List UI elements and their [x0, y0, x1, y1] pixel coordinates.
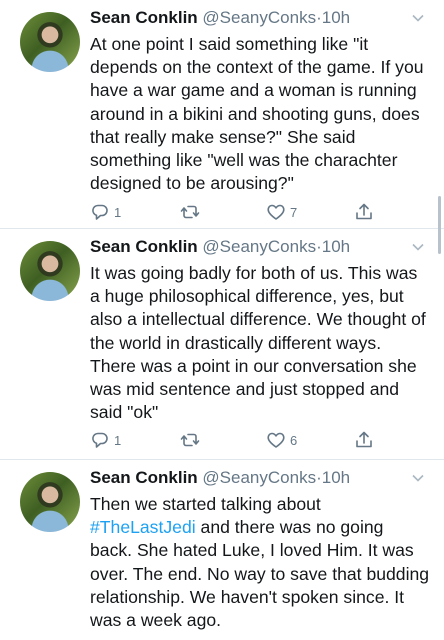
- timestamp[interactable]: 10h: [322, 468, 350, 487]
- reply-count: 1: [114, 432, 122, 448]
- retweet-button[interactable]: [180, 201, 204, 223]
- tweet-header: Sean Conklin @SeanyConks·10h: [90, 235, 424, 259]
- hashtag-link[interactable]: #TheLastJedi: [90, 517, 196, 537]
- author-name[interactable]: Sean Conklin: [90, 237, 198, 256]
- author-handle[interactable]: @SeanyConks: [202, 237, 316, 256]
- reply-count: 1: [114, 204, 122, 220]
- tweet-header: Sean Conklin @SeanyConks·10h: [90, 466, 424, 490]
- author-handle[interactable]: @SeanyConks: [202, 8, 316, 27]
- tweet-text-part: Then we started talking about: [90, 494, 321, 514]
- reply-icon: [92, 204, 108, 220]
- timestamp[interactable]: 10h: [322, 237, 350, 256]
- tweet-text: It was going badly for both of us. This …: [90, 263, 426, 423]
- scrollbar[interactable]: [438, 196, 441, 254]
- retweet-icon: [180, 205, 200, 219]
- tweet-text: Then we started talking about #TheLastJe…: [90, 493, 430, 632]
- like-button[interactable]: 7: [266, 201, 297, 223]
- tweet[interactable]: Sean Conklin @SeanyConks·10h It was goin…: [0, 229, 444, 457]
- tweet-text: At one point I said something like "it d…: [90, 34, 424, 194]
- reply-button[interactable]: 1: [90, 201, 121, 223]
- timestamp[interactable]: 10h: [322, 8, 350, 27]
- retweet-icon: [180, 433, 200, 447]
- tweet-header: Sean Conklin @SeanyConks·10h: [90, 6, 424, 30]
- like-button[interactable]: 6: [266, 429, 297, 451]
- heart-icon: [267, 432, 285, 448]
- share-icon: [356, 203, 372, 220]
- share-button[interactable]: [354, 429, 374, 451]
- reply-icon: [92, 432, 108, 448]
- avatar[interactable]: [20, 12, 80, 72]
- reply-button[interactable]: 1: [90, 429, 121, 451]
- tweet[interactable]: Sean Conklin @SeanyConks·10h At one poin…: [0, 0, 444, 228]
- chevron-down-icon[interactable]: [412, 241, 424, 253]
- author-name[interactable]: Sean Conklin: [90, 468, 198, 487]
- share-icon: [356, 431, 372, 448]
- chevron-down-icon[interactable]: [412, 12, 424, 24]
- tweet[interactable]: Sean Conklin @SeanyConks·10h Then we sta…: [0, 460, 444, 640]
- retweet-button[interactable]: [180, 429, 204, 451]
- avatar[interactable]: [20, 472, 80, 532]
- tweet-actions: 1 7: [90, 201, 390, 223]
- tweet-actions: 1 6: [90, 429, 390, 451]
- share-button[interactable]: [354, 201, 374, 223]
- chevron-down-icon[interactable]: [412, 472, 424, 484]
- author-name[interactable]: Sean Conklin: [90, 8, 198, 27]
- author-handle[interactable]: @SeanyConks: [202, 468, 316, 487]
- like-count: 6: [290, 432, 298, 448]
- avatar[interactable]: [20, 241, 80, 301]
- like-count: 7: [290, 204, 298, 220]
- heart-icon: [267, 204, 285, 220]
